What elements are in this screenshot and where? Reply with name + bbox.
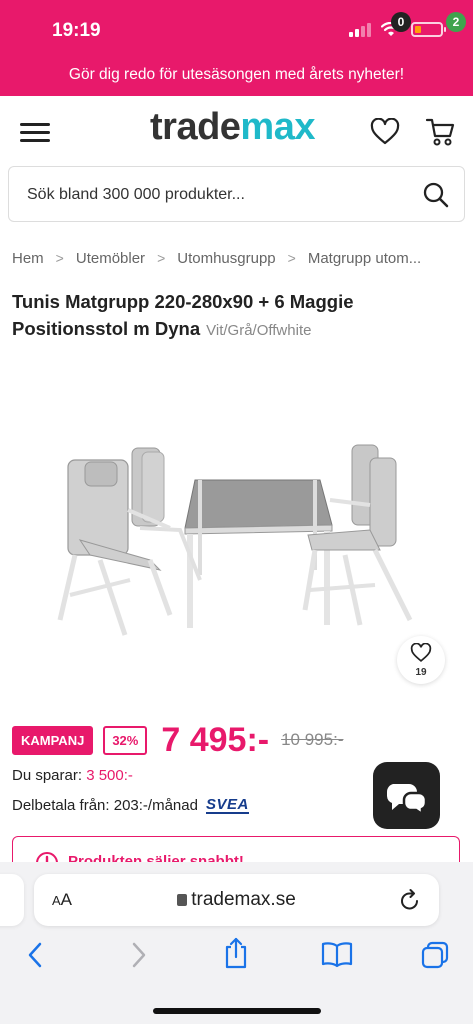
savings-row: Du sparar: 3 500:-: [12, 767, 133, 784]
cart-count-badge: 2: [446, 12, 466, 32]
status-time: 19:19: [52, 20, 101, 41]
svea-logo: SVEA: [205, 795, 249, 814]
chevron-right-icon: >: [55, 250, 64, 266]
product-image[interactable]: [40, 410, 420, 650]
battery-level: [415, 26, 421, 33]
forward-icon[interactable]: [128, 940, 148, 970]
url-text: trademax.se: [191, 889, 296, 910]
chevron-right-icon: >: [287, 250, 296, 266]
chat-button[interactable]: [373, 762, 440, 829]
bookmarks-icon[interactable]: [320, 940, 354, 968]
product-variant: Vit/Grå/Offwhite: [206, 322, 312, 339]
battery-icon: [411, 22, 446, 37]
site-header: trademax: [0, 96, 473, 166]
browser-toolbar: [0, 937, 473, 980]
wishlist-heart-icon[interactable]: [370, 118, 400, 146]
previous-tab-preview[interactable]: [0, 874, 24, 926]
installment-row: Delbetala från: 203:-/månad SVEA: [12, 797, 249, 814]
lock-icon: [177, 894, 188, 906]
heart-icon: [410, 642, 432, 662]
current-price: 7 495:-: [161, 720, 270, 759]
cellular-signal-icon: [349, 22, 371, 37]
chevron-right-icon: >: [157, 250, 166, 266]
wishlist-count-badge: 0: [391, 12, 411, 32]
back-icon[interactable]: [26, 940, 46, 970]
home-indicator: [153, 1008, 321, 1014]
campaign-tag: KAMPANJ: [12, 725, 94, 755]
search-placeholder[interactable]: Sök bland 300 000 produkter...: [27, 186, 245, 204]
tabs-icon[interactable]: [420, 940, 450, 970]
browser-bar: AA trademax.se: [0, 862, 473, 1024]
installment-text: Delbetala från: 203:-/månad: [12, 797, 198, 814]
trademax-logo[interactable]: trademax: [150, 106, 315, 149]
chat-bubbles-icon: [386, 784, 428, 817]
favorite-count: 19: [415, 667, 427, 678]
logo-text-trade: trade: [150, 106, 241, 148]
savings-label: Du sparar:: [12, 767, 83, 784]
logo-text-max: max: [240, 106, 315, 148]
promo-text: Gör dig redo för utesäsongen med årets n…: [68, 66, 405, 83]
promo-banner[interactable]: Gör dig redo för utesäsongen med årets n…: [0, 60, 473, 96]
address-bar[interactable]: AA trademax.se: [34, 874, 439, 926]
breadcrumb-item-utemobler[interactable]: Utemöbler: [76, 250, 145, 267]
breadcrumb-item-utomhusgrupp[interactable]: Utomhusgrupp: [177, 250, 275, 267]
share-icon[interactable]: [222, 936, 250, 970]
breadcrumb-item-matgrupp[interactable]: Matgrupp utom...: [308, 250, 421, 267]
menu-icon[interactable]: [20, 123, 50, 143]
price-row: KAMPANJ 32% 7 495:- 10 995:-: [12, 720, 343, 760]
search-icon[interactable]: [422, 181, 450, 209]
search-field[interactable]: Sök bland 300 000 produkter...: [8, 166, 465, 222]
url-display[interactable]: trademax.se: [34, 889, 439, 911]
breadcrumb: Hem > Utemöbler > Utomhusgrupp > Matgrupp utom…: [12, 250, 473, 267]
cart-icon[interactable]: [425, 116, 455, 148]
old-price: 10 995:-: [281, 730, 344, 749]
discount-tag: 32%: [103, 725, 148, 755]
product-title: Tunis Matgrupp 220-280x90 + 6 Maggie Pos…: [12, 288, 462, 344]
reload-icon[interactable]: [399, 888, 421, 912]
breadcrumb-item-hem[interactable]: Hem: [12, 250, 44, 267]
favorite-button[interactable]: 19: [397, 636, 445, 684]
savings-amount: 3 500:-: [86, 767, 133, 784]
